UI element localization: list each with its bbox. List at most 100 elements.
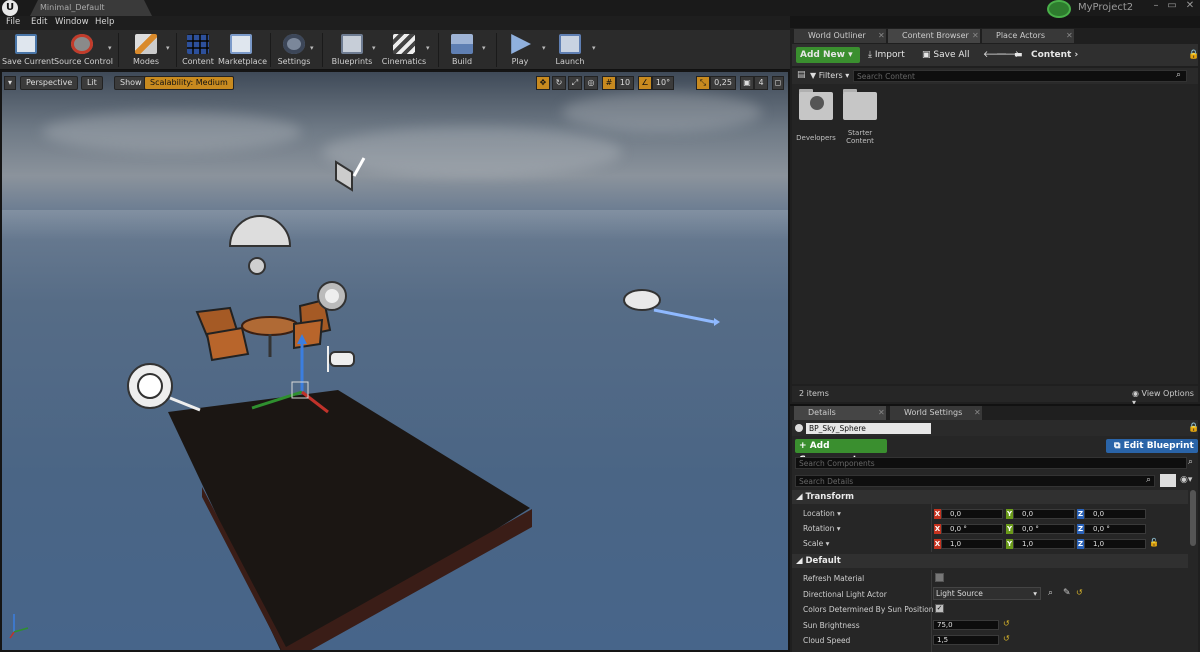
menu-help[interactable]: Help [95, 17, 114, 27]
settings-dropdown-icon[interactable]: ▾ [310, 44, 316, 52]
search-components-input[interactable]: Search Components [795, 457, 1187, 469]
launch-button[interactable]: Launch [550, 31, 590, 69]
menu-file[interactable]: File [6, 17, 20, 27]
source-control-dropdown-icon[interactable]: ▾ [108, 44, 114, 52]
blueprints-dropdown-icon[interactable]: ▾ [372, 44, 378, 52]
scale-label[interactable]: Scale ▾ [803, 539, 829, 548]
search-content-input[interactable]: Search Content [853, 70, 1187, 82]
play-dropdown-icon[interactable]: ▾ [542, 44, 548, 52]
close-tab-icon[interactable]: ✕ [974, 406, 982, 420]
maximize-button[interactable]: ▭ [1164, 0, 1180, 12]
rotation-x-input[interactable]: 0,0 ° [941, 524, 1003, 534]
sun-brightness-input[interactable]: 75,0 [933, 620, 999, 630]
colors-by-sun-checkbox[interactable]: ✓ [935, 604, 944, 613]
content-button[interactable]: Content [180, 31, 216, 69]
lock-scale-icon[interactable]: 🔓 [1149, 538, 1159, 547]
eye-icon[interactable]: ◉▾ [1180, 475, 1192, 485]
settings-button[interactable]: Settings [276, 31, 312, 69]
minimize-button[interactable]: – [1148, 0, 1164, 12]
toolbar-divider [496, 33, 497, 67]
directional-light-actor-select[interactable]: Light Source ▾ [933, 587, 1041, 600]
filters-button[interactable]: ▼ Filters ▾ [810, 71, 849, 80]
add-new-button[interactable]: Add New ▾ [796, 47, 860, 63]
cinematics-button[interactable]: Cinematics [380, 31, 428, 69]
axis-z-badge: Z [1077, 539, 1084, 549]
back-arrow-icon[interactable]: 🡐 [983, 47, 1007, 63]
modes-button[interactable]: Modes [124, 31, 168, 69]
tab-world-settings[interactable]: World Settings [890, 406, 982, 420]
save-all-label: Save All [933, 50, 970, 60]
location-z-input[interactable]: 0,0 [1084, 509, 1146, 519]
reset-to-default-icon[interactable]: ↺ [1003, 619, 1010, 628]
eyedropper-icon[interactable]: ✎ [1063, 588, 1071, 598]
close-button[interactable]: ✕ [1182, 0, 1198, 12]
menu-edit[interactable]: Edit [31, 17, 47, 27]
starter-content-folder-icon[interactable] [843, 92, 877, 120]
transform-category[interactable]: ◢ Transform [792, 490, 1188, 504]
rotation-y-input[interactable]: 0,0 ° [1013, 524, 1075, 534]
modes-dropdown-icon[interactable]: ▾ [166, 44, 172, 52]
tab-world-outliner[interactable]: World Outliner [794, 29, 886, 43]
close-tab-icon[interactable]: ✕ [878, 29, 886, 43]
launch-dropdown-icon[interactable]: ▾ [592, 44, 598, 52]
directional-light-icon[interactable] [127, 363, 201, 412]
edit-blueprint-button[interactable]: ⧉ Edit Blueprint ▾ [1106, 439, 1198, 465]
property-matrix-icon[interactable] [1160, 474, 1176, 487]
level-viewport[interactable]: ▾ Perspective Lit Show Scalability: Medi… [2, 72, 788, 650]
play-button[interactable]: Play [502, 31, 538, 69]
tab-content-browser[interactable]: Content Browser [888, 29, 980, 43]
import-button[interactable]: ⤓ Import [868, 47, 914, 63]
ambient-sound-icon[interactable] [335, 157, 366, 192]
lock-icon[interactable]: 🔒 [1188, 50, 1199, 60]
atmospheric-fog-icon[interactable] [623, 289, 720, 326]
path-content[interactable]: Content › [1031, 47, 1081, 63]
cinematics-dropdown-icon[interactable]: ▾ [426, 44, 432, 52]
scale-z-input[interactable]: 1,0 [1084, 539, 1146, 549]
forward-arrow-icon[interactable]: 🡒 [996, 47, 1020, 63]
refresh-material-checkbox[interactable] [935, 573, 944, 582]
save-all-button[interactable]: ▣ Save All [922, 47, 976, 63]
build-button[interactable]: Build [444, 31, 480, 69]
reset-to-default-icon[interactable]: ↺ [1076, 588, 1083, 597]
browse-icon[interactable]: ⌕ [1048, 588, 1053, 598]
chair-left[interactable] [195, 306, 250, 362]
build-dropdown-icon[interactable]: ▾ [482, 44, 488, 52]
location-y-input[interactable]: 0,0 [1013, 509, 1075, 519]
rotation-label[interactable]: Rotation ▾ [803, 524, 841, 533]
tab-details[interactable]: Details [794, 406, 886, 420]
marketplace-button[interactable]: Marketplace [218, 31, 267, 69]
scale-x-input[interactable]: 1,0 [941, 539, 1003, 549]
blueprints-button[interactable]: Blueprints [330, 31, 374, 69]
cloud-speed-input[interactable]: 1,5 [933, 635, 999, 645]
sky-light-icon[interactable] [228, 215, 292, 275]
rotation-z-input[interactable]: 0,0 ° [1084, 524, 1146, 534]
add-component-button[interactable]: + Add Component ▾ [795, 439, 887, 465]
transform-gizmo[interactable] [251, 334, 329, 414]
unreal-logo-icon[interactable]: U [2, 0, 18, 16]
source-control-button[interactable]: Source Control [54, 31, 113, 69]
cloud-speed-label: Cloud Speed [803, 636, 851, 645]
reflection-capture-icon[interactable] [317, 281, 347, 311]
search-details-input[interactable]: Search Details [795, 475, 1155, 487]
close-tab-icon[interactable]: ✕ [878, 406, 886, 420]
table[interactable] [241, 316, 299, 357]
level-tab[interactable]: Minimal_Default [30, 0, 152, 16]
close-tab-icon[interactable]: ✕ [1066, 29, 1074, 43]
tab-place-actors[interactable]: Place Actors [982, 29, 1074, 43]
location-label[interactable]: Location ▾ [803, 509, 841, 518]
toolbar-divider [118, 33, 119, 67]
content-browser-tab-label: Content Browser [902, 31, 969, 40]
details-scrollbar[interactable] [1190, 490, 1196, 546]
actor-name-input[interactable]: BP_Sky_Sphere [806, 423, 931, 434]
sources-toggle-icon[interactable]: ▤ [797, 70, 806, 80]
player-start-icon[interactable] [327, 346, 355, 372]
close-tab-icon[interactable]: ✕ [972, 29, 980, 43]
reset-to-default-icon[interactable]: ↺ [1003, 634, 1010, 643]
menu-window[interactable]: Window [55, 17, 89, 27]
directional-light-actor-value: Light Source [936, 589, 983, 598]
default-category[interactable]: ◢ Default [792, 554, 1188, 568]
save-current-button[interactable]: Save Current [2, 31, 54, 69]
lock-icon[interactable]: 🔒 [1188, 423, 1199, 433]
location-x-input[interactable]: 0,0 [941, 509, 1003, 519]
scale-y-input[interactable]: 1,0 [1013, 539, 1075, 549]
